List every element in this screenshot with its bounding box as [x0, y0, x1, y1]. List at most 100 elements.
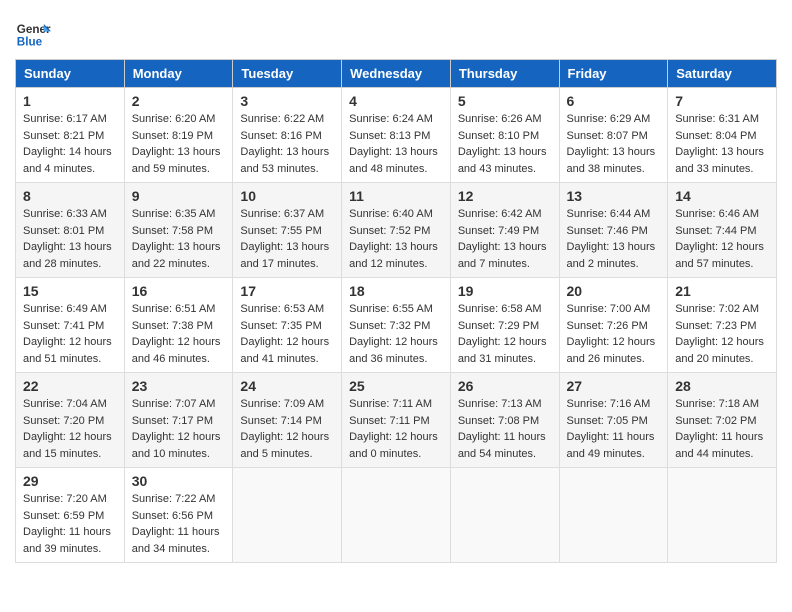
day-number: 7: [675, 93, 769, 109]
logo-icon: General Blue: [15, 15, 51, 51]
calendar-table: SundayMondayTuesdayWednesdayThursdayFrid…: [15, 59, 777, 563]
col-header-saturday: Saturday: [668, 60, 777, 88]
day-cell: 10 Sunrise: 6:37 AMSunset: 7:55 PMDaylig…: [233, 183, 342, 278]
day-cell: 29 Sunrise: 7:20 AMSunset: 6:59 PMDaylig…: [16, 468, 125, 563]
day-cell: 18 Sunrise: 6:55 AMSunset: 7:32 PMDaylig…: [342, 278, 451, 373]
day-number: 26: [458, 378, 552, 394]
day-info: Sunrise: 7:04 AMSunset: 7:20 PMDaylight:…: [23, 396, 117, 462]
header: General Blue: [15, 15, 777, 51]
day-info: Sunrise: 7:09 AMSunset: 7:14 PMDaylight:…: [240, 396, 334, 462]
week-row-4: 22 Sunrise: 7:04 AMSunset: 7:20 PMDaylig…: [16, 373, 777, 468]
day-info: Sunrise: 7:16 AMSunset: 7:05 PMDaylight:…: [567, 396, 661, 462]
day-info: Sunrise: 6:20 AMSunset: 8:19 PMDaylight:…: [132, 111, 226, 177]
day-number: 21: [675, 283, 769, 299]
day-info: Sunrise: 7:00 AMSunset: 7:26 PMDaylight:…: [567, 301, 661, 367]
day-cell: 16 Sunrise: 6:51 AMSunset: 7:38 PMDaylig…: [124, 278, 233, 373]
day-cell: 19 Sunrise: 6:58 AMSunset: 7:29 PMDaylig…: [450, 278, 559, 373]
day-info: Sunrise: 6:44 AMSunset: 7:46 PMDaylight:…: [567, 206, 661, 272]
day-number: 15: [23, 283, 117, 299]
day-number: 29: [23, 473, 117, 489]
day-cell: [668, 468, 777, 563]
day-cell: 27 Sunrise: 7:16 AMSunset: 7:05 PMDaylig…: [559, 373, 668, 468]
day-cell: [450, 468, 559, 563]
day-info: Sunrise: 7:18 AMSunset: 7:02 PMDaylight:…: [675, 396, 769, 462]
col-header-thursday: Thursday: [450, 60, 559, 88]
day-info: Sunrise: 6:33 AMSunset: 8:01 PMDaylight:…: [23, 206, 117, 272]
svg-text:Blue: Blue: [17, 36, 43, 49]
day-cell: 5 Sunrise: 6:26 AMSunset: 8:10 PMDayligh…: [450, 88, 559, 183]
day-number: 2: [132, 93, 226, 109]
day-info: Sunrise: 7:22 AMSunset: 6:56 PMDaylight:…: [132, 491, 226, 557]
day-number: 11: [349, 188, 443, 204]
day-info: Sunrise: 6:31 AMSunset: 8:04 PMDaylight:…: [675, 111, 769, 177]
day-info: Sunrise: 6:17 AMSunset: 8:21 PMDaylight:…: [23, 111, 117, 177]
day-info: Sunrise: 6:49 AMSunset: 7:41 PMDaylight:…: [23, 301, 117, 367]
day-number: 8: [23, 188, 117, 204]
day-info: Sunrise: 6:40 AMSunset: 7:52 PMDaylight:…: [349, 206, 443, 272]
day-info: Sunrise: 6:46 AMSunset: 7:44 PMDaylight:…: [675, 206, 769, 272]
day-cell: 21 Sunrise: 7:02 AMSunset: 7:23 PMDaylig…: [668, 278, 777, 373]
day-cell: 23 Sunrise: 7:07 AMSunset: 7:17 PMDaylig…: [124, 373, 233, 468]
day-cell: 6 Sunrise: 6:29 AMSunset: 8:07 PMDayligh…: [559, 88, 668, 183]
day-info: Sunrise: 6:53 AMSunset: 7:35 PMDaylight:…: [240, 301, 334, 367]
day-number: 27: [567, 378, 661, 394]
day-info: Sunrise: 6:42 AMSunset: 7:49 PMDaylight:…: [458, 206, 552, 272]
day-number: 12: [458, 188, 552, 204]
week-row-5: 29 Sunrise: 7:20 AMSunset: 6:59 PMDaylig…: [16, 468, 777, 563]
day-number: 25: [349, 378, 443, 394]
day-number: 9: [132, 188, 226, 204]
col-header-wednesday: Wednesday: [342, 60, 451, 88]
day-number: 5: [458, 93, 552, 109]
day-info: Sunrise: 6:55 AMSunset: 7:32 PMDaylight:…: [349, 301, 443, 367]
day-info: Sunrise: 6:26 AMSunset: 8:10 PMDaylight:…: [458, 111, 552, 177]
week-row-2: 8 Sunrise: 6:33 AMSunset: 8:01 PMDayligh…: [16, 183, 777, 278]
day-cell: 11 Sunrise: 6:40 AMSunset: 7:52 PMDaylig…: [342, 183, 451, 278]
col-header-sunday: Sunday: [16, 60, 125, 88]
day-number: 30: [132, 473, 226, 489]
day-number: 16: [132, 283, 226, 299]
day-number: 24: [240, 378, 334, 394]
day-cell: 2 Sunrise: 6:20 AMSunset: 8:19 PMDayligh…: [124, 88, 233, 183]
day-number: 20: [567, 283, 661, 299]
day-cell: 9 Sunrise: 6:35 AMSunset: 7:58 PMDayligh…: [124, 183, 233, 278]
day-info: Sunrise: 7:02 AMSunset: 7:23 PMDaylight:…: [675, 301, 769, 367]
day-cell: 4 Sunrise: 6:24 AMSunset: 8:13 PMDayligh…: [342, 88, 451, 183]
day-cell: 1 Sunrise: 6:17 AMSunset: 8:21 PMDayligh…: [16, 88, 125, 183]
day-info: Sunrise: 6:22 AMSunset: 8:16 PMDaylight:…: [240, 111, 334, 177]
day-number: 23: [132, 378, 226, 394]
day-number: 4: [349, 93, 443, 109]
day-number: 18: [349, 283, 443, 299]
col-header-friday: Friday: [559, 60, 668, 88]
day-number: 10: [240, 188, 334, 204]
day-cell: 12 Sunrise: 6:42 AMSunset: 7:49 PMDaylig…: [450, 183, 559, 278]
day-cell: 8 Sunrise: 6:33 AMSunset: 8:01 PMDayligh…: [16, 183, 125, 278]
day-cell: 28 Sunrise: 7:18 AMSunset: 7:02 PMDaylig…: [668, 373, 777, 468]
week-row-1: 1 Sunrise: 6:17 AMSunset: 8:21 PMDayligh…: [16, 88, 777, 183]
day-cell: [559, 468, 668, 563]
day-info: Sunrise: 6:58 AMSunset: 7:29 PMDaylight:…: [458, 301, 552, 367]
day-info: Sunrise: 7:07 AMSunset: 7:17 PMDaylight:…: [132, 396, 226, 462]
day-number: 17: [240, 283, 334, 299]
logo: General Blue: [15, 15, 51, 51]
day-number: 3: [240, 93, 334, 109]
day-info: Sunrise: 6:29 AMSunset: 8:07 PMDaylight:…: [567, 111, 661, 177]
day-cell: 13 Sunrise: 6:44 AMSunset: 7:46 PMDaylig…: [559, 183, 668, 278]
day-cell: 25 Sunrise: 7:11 AMSunset: 7:11 PMDaylig…: [342, 373, 451, 468]
day-number: 14: [675, 188, 769, 204]
day-cell: 17 Sunrise: 6:53 AMSunset: 7:35 PMDaylig…: [233, 278, 342, 373]
day-number: 1: [23, 93, 117, 109]
day-info: Sunrise: 7:20 AMSunset: 6:59 PMDaylight:…: [23, 491, 117, 557]
day-number: 22: [23, 378, 117, 394]
day-info: Sunrise: 6:37 AMSunset: 7:55 PMDaylight:…: [240, 206, 334, 272]
day-cell: 14 Sunrise: 6:46 AMSunset: 7:44 PMDaylig…: [668, 183, 777, 278]
day-cell: 15 Sunrise: 6:49 AMSunset: 7:41 PMDaylig…: [16, 278, 125, 373]
day-cell: 7 Sunrise: 6:31 AMSunset: 8:04 PMDayligh…: [668, 88, 777, 183]
day-info: Sunrise: 6:35 AMSunset: 7:58 PMDaylight:…: [132, 206, 226, 272]
day-cell: 26 Sunrise: 7:13 AMSunset: 7:08 PMDaylig…: [450, 373, 559, 468]
col-header-tuesday: Tuesday: [233, 60, 342, 88]
day-cell: [233, 468, 342, 563]
day-number: 19: [458, 283, 552, 299]
day-cell: 20 Sunrise: 7:00 AMSunset: 7:26 PMDaylig…: [559, 278, 668, 373]
day-cell: 3 Sunrise: 6:22 AMSunset: 8:16 PMDayligh…: [233, 88, 342, 183]
col-header-monday: Monday: [124, 60, 233, 88]
